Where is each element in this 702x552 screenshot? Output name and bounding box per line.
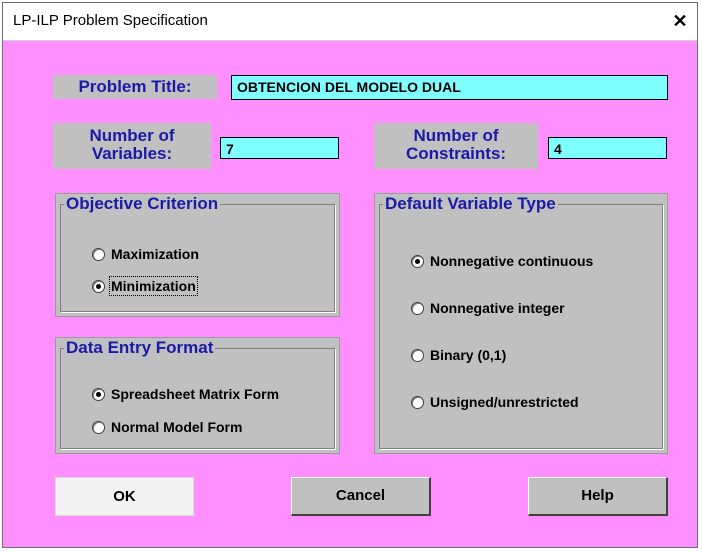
cancel-button[interactable]: Cancel <box>291 477 431 516</box>
radio-spreadsheet-label: Spreadsheet Matrix Form <box>111 386 280 402</box>
constraints-label-line1: Number of <box>413 126 499 145</box>
constraints-label-line2: Constraints: <box>405 144 507 163</box>
problem-title-input[interactable]: OBTENCION DEL MODELO DUAL <box>231 75 668 100</box>
radio-button-selected-icon[interactable] <box>411 254 424 268</box>
data-entry-format-group: Data Entry Format Spreadsheet Matrix For… <box>55 337 340 454</box>
radio-maximization-label: Maximization <box>111 246 199 262</box>
variables-input[interactable]: 7 <box>220 137 339 159</box>
radio-minimization-label: Minimization <box>109 276 198 296</box>
dialog-window: LP-ILP Problem Specification ✕ Problem T… <box>2 2 698 548</box>
group-frame <box>379 204 663 449</box>
radio-button-selected-icon[interactable] <box>92 387 105 401</box>
variables-label: Number of Variables: <box>53 123 211 169</box>
title-bar: LP-ILP Problem Specification ✕ <box>3 3 697 41</box>
ok-button[interactable]: OK <box>55 477 194 516</box>
radio-normal-model-label: Normal Model Form <box>111 419 243 435</box>
radio-button-icon[interactable] <box>411 348 424 362</box>
close-icon[interactable]: ✕ <box>671 12 689 30</box>
radio-spreadsheet-matrix-form[interactable]: Spreadsheet Matrix Form <box>92 386 279 402</box>
radio-maximization[interactable]: Maximization <box>92 246 199 262</box>
default-variable-type-legend: Default Variable Type <box>383 194 558 214</box>
radio-button-icon[interactable] <box>92 247 105 261</box>
radio-unsigned-unrestricted[interactable]: Unsigned/unrestricted <box>411 394 579 410</box>
radio-button-icon[interactable] <box>92 420 105 434</box>
radio-minimization[interactable]: Minimization <box>92 276 198 296</box>
radio-nonnegative-integer[interactable]: Nonnegative integer <box>411 300 565 316</box>
help-button[interactable]: Help <box>528 477 668 516</box>
radio-binary[interactable]: Binary (0,1) <box>411 347 506 363</box>
objective-criterion-legend: Objective Criterion <box>64 194 221 214</box>
radio-button-icon[interactable] <box>411 301 424 315</box>
radio-nonnegative-integer-label: Nonnegative integer <box>430 300 565 316</box>
radio-unsigned-unrestricted-label: Unsigned/unrestricted <box>430 394 579 410</box>
default-variable-type-group: Default Variable Type Nonnegative contin… <box>374 193 668 454</box>
radio-normal-model-form[interactable]: Normal Model Form <box>92 419 242 435</box>
radio-binary-label: Binary (0,1) <box>430 347 507 363</box>
data-entry-format-legend: Data Entry Format <box>64 338 216 358</box>
variables-label-line1: Number of <box>89 126 175 145</box>
window-title: LP-ILP Problem Specification <box>13 12 208 29</box>
radio-nonnegative-continuous-label: Nonnegative continuous <box>430 253 594 269</box>
radio-nonnegative-continuous[interactable]: Nonnegative continuous <box>411 253 593 269</box>
objective-criterion-group: Objective Criterion Maximization Minimiz… <box>55 193 340 317</box>
problem-title-label: Problem Title: <box>53 75 217 99</box>
dialog-content: Problem Title: OBTENCION DEL MODELO DUAL… <box>3 41 697 547</box>
variables-label-line2: Variables: <box>91 144 173 163</box>
constraints-input[interactable]: 4 <box>548 137 667 159</box>
radio-button-icon[interactable] <box>411 395 424 409</box>
radio-button-selected-icon[interactable] <box>92 279 105 293</box>
constraints-label: Number of Constraints: <box>374 123 538 169</box>
